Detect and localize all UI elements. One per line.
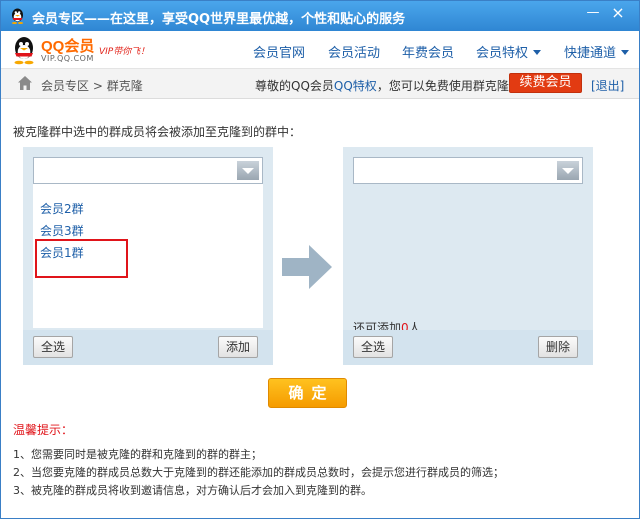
member-notice: 尊敬的QQ会员QQ特权，您可以免费使用群克隆功能。 — [255, 77, 545, 94]
select-all-source-button[interactable]: 全选 — [33, 336, 74, 358]
instruction-text: 被克隆群中选中的群成员将会被添加至克隆到的群中： — [13, 125, 302, 139]
renew-member-button[interactable]: 续费会员 — [509, 73, 582, 93]
chevron-down-icon[interactable] — [557, 161, 579, 180]
arrow-right-icon — [282, 245, 332, 289]
breadcrumb-bar: 会员专区 > 群克隆 尊敬的QQ会员QQ特权，您可以免费使用群克隆功能。 续费会… — [1, 69, 639, 99]
breadcrumb-root[interactable]: 会员专区 — [41, 79, 89, 93]
target-group-select[interactable] — [353, 157, 583, 184]
source-panel-footer: 全选 添加 — [23, 330, 273, 365]
minimize-button[interactable]: — — [582, 3, 604, 23]
nav-item-privileges[interactable]: 会员特权 — [476, 42, 542, 61]
logo-slogan: VIP带你飞！ — [99, 47, 150, 57]
highlight-annotation-box — [35, 239, 128, 278]
qq-penguin-logo-icon — [14, 37, 34, 65]
add-button[interactable]: 添加 — [218, 336, 259, 358]
logout-link[interactable]: [退出] — [591, 77, 624, 94]
breadcrumb: 会员专区 > 群克隆 — [41, 77, 143, 94]
target-group-panel: 还可添加0人 全选 删除 — [343, 147, 593, 365]
group-option-member-3[interactable]: 会员3群 — [40, 222, 84, 239]
close-button[interactable]: × — [607, 3, 629, 23]
delete-button[interactable]: 删除 — [538, 336, 579, 358]
window-title: 会员专区——在这里，享受QQ世界里最优越，个性和贴心的服务 — [32, 12, 406, 27]
tip-line: 1、您需要同时是被克隆的群和克隆到的群的群主； — [13, 448, 262, 461]
breadcrumb-separator: > — [92, 79, 103, 93]
nav-item-activities[interactable]: 会员活动 — [328, 42, 380, 61]
nav-bar: QQ会员 VIP.QQ.COM VIP带你飞！ 会员官网 会员活动 年费会员 会… — [1, 31, 639, 69]
app-window: 会员专区——在这里，享受QQ世界里最优越，个性和贴心的服务 — × QQ会员 V… — [0, 0, 640, 519]
tip-line: 3、被克隆的群成员将收到邀请信息，对方确认后才会加入到克隆到的群。 — [13, 484, 372, 497]
notice-prefix: 尊敬的QQ会员 — [255, 79, 334, 93]
chevron-down-icon — [621, 50, 630, 55]
qq-penguin-icon — [12, 8, 23, 24]
tip-line: 2、当您要克隆的群成员总数大于克隆到的群还能添加的群成员总数时，会提示您进行群成… — [13, 466, 504, 479]
group-option-member-2[interactable]: 会员2群 — [40, 200, 84, 217]
logo-domain-text: VIP.QQ.COM — [41, 54, 94, 63]
confirm-button[interactable]: 确定 — [268, 378, 347, 408]
logo-brand-text: QQ会员 — [41, 38, 95, 55]
nav-item-shortcuts[interactable]: 快捷通道 — [564, 42, 630, 61]
nav-item-annual-member[interactable]: 年费会员 — [402, 42, 454, 61]
nav-item-official-site[interactable]: 会员官网 — [253, 42, 305, 61]
chevron-down-icon[interactable] — [237, 161, 259, 180]
select-all-target-button[interactable]: 全选 — [353, 336, 394, 358]
target-panel-footer: 全选 删除 — [343, 330, 593, 365]
source-group-select[interactable] — [33, 157, 263, 184]
source-group-list: 会员2群 会员3群 会员1群 — [33, 157, 263, 328]
source-group-panel: 会员2群 会员3群 会员1群 全选 添加 — [23, 147, 273, 365]
notice-privilege-link[interactable]: QQ特权 — [334, 79, 377, 93]
title-bar: 会员专区——在这里，享受QQ世界里最优越，个性和贴心的服务 — × — [1, 1, 639, 31]
tips-title: 温馨提示： — [13, 423, 74, 437]
chevron-down-icon — [533, 50, 542, 55]
breadcrumb-current: 群克隆 — [106, 79, 143, 93]
home-icon[interactable] — [17, 75, 33, 91]
target-group-list: 还可添加0人 — [353, 157, 583, 335]
qq-vip-logo[interactable]: QQ会员 VIP.QQ.COM VIP带你飞！ — [11, 35, 161, 65]
